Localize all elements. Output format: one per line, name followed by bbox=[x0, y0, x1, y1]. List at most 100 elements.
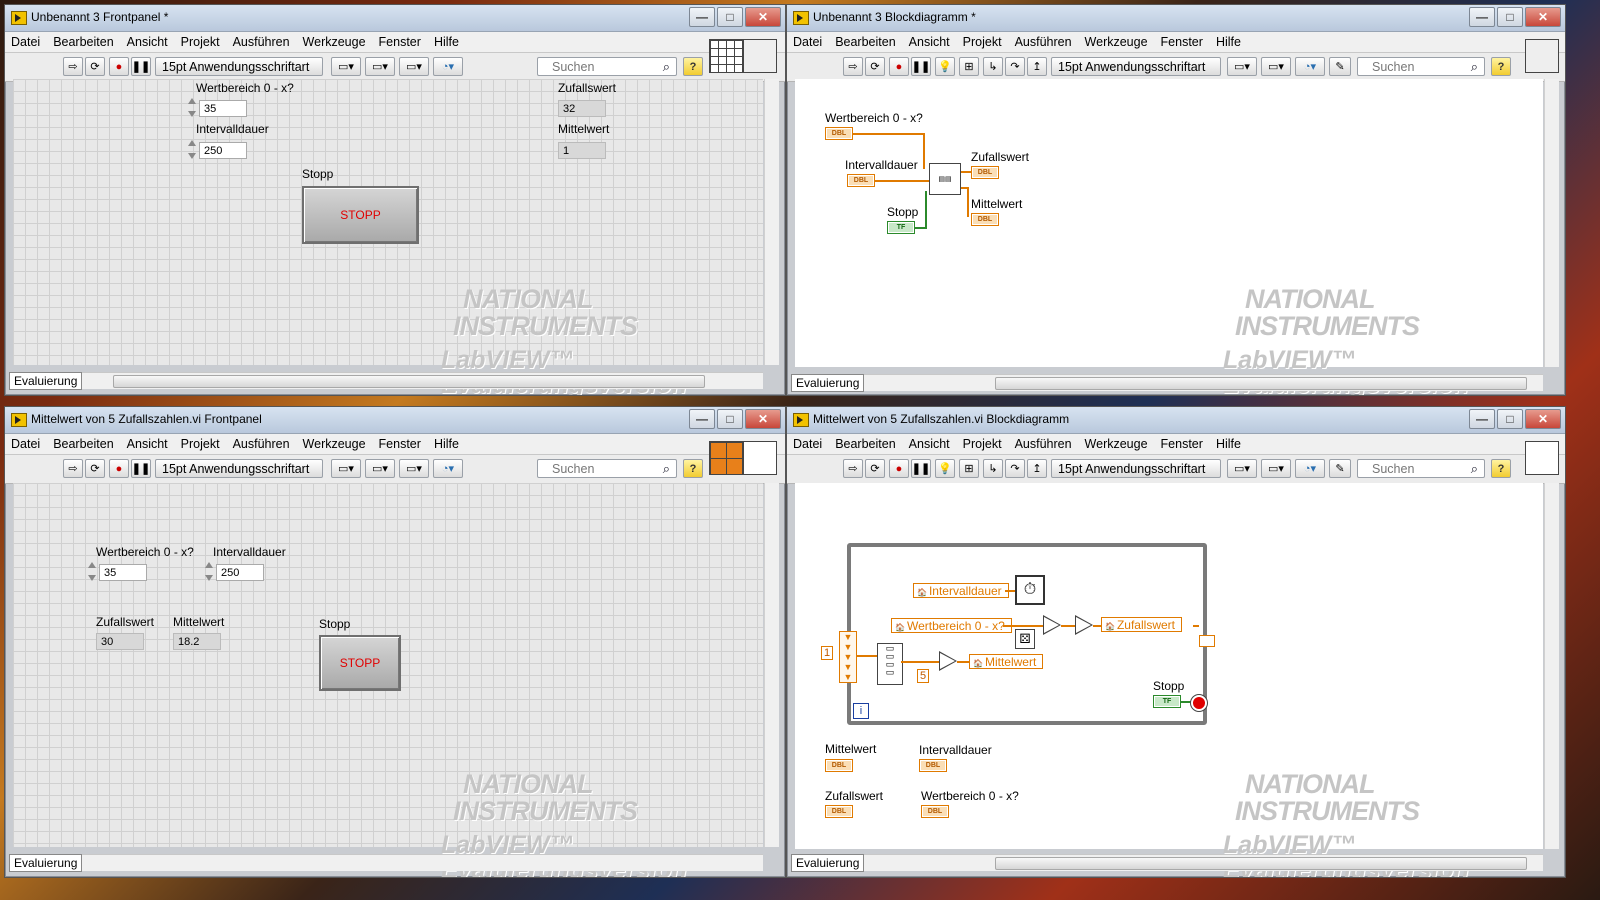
menu-hilfe[interactable]: Hilfe bbox=[434, 35, 459, 49]
step-out-icon[interactable]: ↥ bbox=[1027, 57, 1047, 76]
window-blockdiagram-unbenannt[interactable]: Unbenannt 3 Blockdiagramm * — □ ✕ Datei Be… bbox=[786, 4, 1566, 396]
pause-icon[interactable]: ❚❚ bbox=[911, 57, 931, 76]
reorder-icon[interactable]: ◔▾ bbox=[1295, 57, 1325, 76]
reorder-icon[interactable]: ◔▾ bbox=[433, 57, 463, 76]
retain-wire-values-icon[interactable]: ⊞ bbox=[959, 57, 979, 76]
window-frontpanel-unbenannt[interactable]: Unbenannt 3 Frontpanel * — □ ✕ Datei Bearb… bbox=[4, 4, 786, 396]
menu-bearbeiten[interactable]: Bearbeiten bbox=[835, 35, 895, 49]
help-icon[interactable]: ? bbox=[683, 57, 703, 76]
help-icon[interactable]: ? bbox=[683, 459, 703, 478]
close-button[interactable]: ✕ bbox=[1525, 409, 1561, 429]
menu-ansicht[interactable]: Ansicht bbox=[127, 35, 168, 49]
abort-icon[interactable]: ● bbox=[109, 57, 129, 76]
const-one[interactable]: 1 bbox=[821, 646, 834, 660]
align-objects-icon[interactable]: ▭▾ bbox=[1227, 459, 1257, 478]
run-arrow-icon[interactable]: ⇨ bbox=[843, 57, 863, 76]
run-continuously-icon[interactable]: ⟳ bbox=[865, 57, 885, 76]
stopp-terminal[interactable]: TF bbox=[887, 221, 915, 234]
menu-bearbeiten[interactable]: Bearbeiten bbox=[53, 35, 113, 49]
scroll-thumb[interactable] bbox=[995, 377, 1527, 390]
menu-werkzeuge[interactable]: Werkzeuge bbox=[1085, 35, 1148, 49]
run-arrow-icon[interactable]: ⇨ bbox=[63, 459, 83, 478]
menu-ausfuehren[interactable]: Ausführen bbox=[233, 437, 290, 451]
connector-pane-icon[interactable] bbox=[709, 441, 743, 475]
stopp-button[interactable]: STOPP bbox=[319, 635, 401, 691]
align-objects-icon[interactable]: ▭▾ bbox=[331, 57, 361, 76]
mittel-terminal[interactable]: DBL bbox=[825, 759, 853, 772]
help-icon[interactable]: ? bbox=[1491, 459, 1511, 478]
step-over-icon[interactable]: ↷ bbox=[1005, 459, 1025, 478]
window-blockdiagram-mittelwert[interactable]: Mittelwert von 5 Zufallszahlen.vi Blockd… bbox=[786, 406, 1566, 878]
close-button[interactable]: ✕ bbox=[745, 7, 781, 27]
search-input[interactable]: Suchen ⌕ bbox=[1357, 459, 1485, 478]
vertical-scrollbar[interactable] bbox=[1544, 483, 1559, 849]
align-objects-icon[interactable]: ▭▾ bbox=[331, 459, 361, 478]
close-button[interactable]: ✕ bbox=[745, 409, 781, 429]
block-diagram-canvas[interactable]: Intervalldauer ⏱ Wertbereich 0 - x? ⚄ Zu… bbox=[795, 483, 1543, 877]
stopp-button[interactable]: STOPP bbox=[302, 186, 419, 244]
menu-fenster[interactable]: Fenster bbox=[379, 35, 421, 49]
menu-fenster[interactable]: Fenster bbox=[1161, 35, 1203, 49]
menu-projekt[interactable]: Projekt bbox=[181, 35, 220, 49]
menu-bearbeiten[interactable]: Bearbeiten bbox=[835, 437, 895, 451]
font-select[interactable]: 15pt Anwendungsschriftart bbox=[1051, 57, 1221, 76]
font-select[interactable]: 15pt Anwendungsschriftart bbox=[155, 459, 323, 478]
round-icon[interactable] bbox=[1075, 615, 1093, 635]
window-frontpanel-mittelwert[interactable]: Mittelwert von 5 Zufallszahlen.vi Frontp… bbox=[4, 406, 786, 878]
block-diagram-canvas[interactable]: Wertbereich 0 - x? DBL Intervalldauer DB… bbox=[795, 79, 1543, 395]
highlight-execution-icon[interactable]: 💡 bbox=[935, 57, 955, 76]
random-number-dice-icon[interactable]: ⚄ bbox=[1015, 629, 1035, 649]
title-bar[interactable]: Unbenannt 3 Frontpanel * — □ ✕ bbox=[5, 5, 785, 32]
multiply-icon[interactable] bbox=[1043, 615, 1061, 635]
intervall-control[interactable]: 250 bbox=[216, 564, 264, 581]
scroll-thumb[interactable] bbox=[995, 857, 1527, 870]
wertbereich-increment-icon[interactable] bbox=[187, 97, 197, 119]
local-var-intervall[interactable]: Intervalldauer bbox=[913, 583, 1009, 598]
menu-datei[interactable]: Datei bbox=[11, 437, 40, 451]
distribute-objects-icon[interactable]: ▭▾ bbox=[365, 459, 395, 478]
menu-projekt[interactable]: Projekt bbox=[963, 437, 1002, 451]
menu-fenster[interactable]: Fenster bbox=[379, 437, 421, 451]
menu-ausfuehren[interactable]: Ausführen bbox=[1015, 35, 1072, 49]
intervall-terminal[interactable]: DBL bbox=[919, 759, 947, 772]
pause-icon[interactable]: ❚❚ bbox=[131, 459, 151, 478]
horizontal-scrollbar[interactable] bbox=[13, 854, 763, 871]
horizontal-scrollbar[interactable] bbox=[795, 374, 1543, 391]
step-out-icon[interactable]: ↥ bbox=[1027, 459, 1047, 478]
divide-icon[interactable] bbox=[939, 651, 957, 671]
mittel-terminal[interactable]: DBL bbox=[971, 213, 999, 226]
vertical-scrollbar[interactable] bbox=[764, 79, 779, 365]
menu-hilfe[interactable]: Hilfe bbox=[434, 437, 459, 451]
run-continuously-icon[interactable]: ⟳ bbox=[85, 459, 105, 478]
menu-werkzeuge[interactable]: Werkzeuge bbox=[1085, 437, 1148, 451]
help-icon[interactable]: ? bbox=[1491, 57, 1511, 76]
run-continuously-icon[interactable]: ⟳ bbox=[865, 459, 885, 478]
wertbereich-terminal[interactable]: DBL bbox=[825, 127, 853, 140]
wertbereich-increment-icon[interactable] bbox=[87, 561, 97, 583]
intervall-increment-icon[interactable] bbox=[187, 139, 197, 161]
close-button[interactable]: ✕ bbox=[1525, 7, 1561, 27]
minimize-button[interactable]: — bbox=[1469, 409, 1495, 429]
resize-objects-icon[interactable]: ▭▾ bbox=[399, 459, 429, 478]
scroll-thumb[interactable] bbox=[113, 375, 705, 388]
connector-pane-icon[interactable] bbox=[709, 39, 743, 73]
abort-icon[interactable]: ● bbox=[109, 459, 129, 478]
vi-icon[interactable] bbox=[743, 441, 777, 475]
iteration-terminal[interactable]: i bbox=[853, 703, 869, 719]
run-continuously-icon[interactable]: ⟳ bbox=[85, 57, 105, 76]
menu-fenster[interactable]: Fenster bbox=[1161, 437, 1203, 451]
step-into-icon[interactable]: ↳ bbox=[983, 57, 1003, 76]
menu-werkzeuge[interactable]: Werkzeuge bbox=[303, 437, 366, 451]
clean-up-diagram-icon[interactable]: ✎ bbox=[1329, 57, 1351, 76]
reorder-icon[interactable]: ◔▾ bbox=[1295, 459, 1325, 478]
vi-icon[interactable] bbox=[1525, 39, 1559, 73]
retain-wire-values-icon[interactable]: ⊞ bbox=[959, 459, 979, 478]
step-into-icon[interactable]: ↳ bbox=[983, 459, 1003, 478]
menu-werkzeuge[interactable]: Werkzeuge bbox=[303, 35, 366, 49]
clean-up-diagram-icon[interactable]: ✎ bbox=[1329, 459, 1351, 478]
maximize-button[interactable]: □ bbox=[1497, 7, 1523, 27]
reorder-icon[interactable]: ◔▾ bbox=[433, 459, 463, 478]
resize-objects-icon[interactable]: ▭▾ bbox=[399, 57, 429, 76]
font-select[interactable]: 15pt Anwendungsschriftart bbox=[155, 57, 323, 76]
maximize-button[interactable]: □ bbox=[717, 7, 743, 27]
